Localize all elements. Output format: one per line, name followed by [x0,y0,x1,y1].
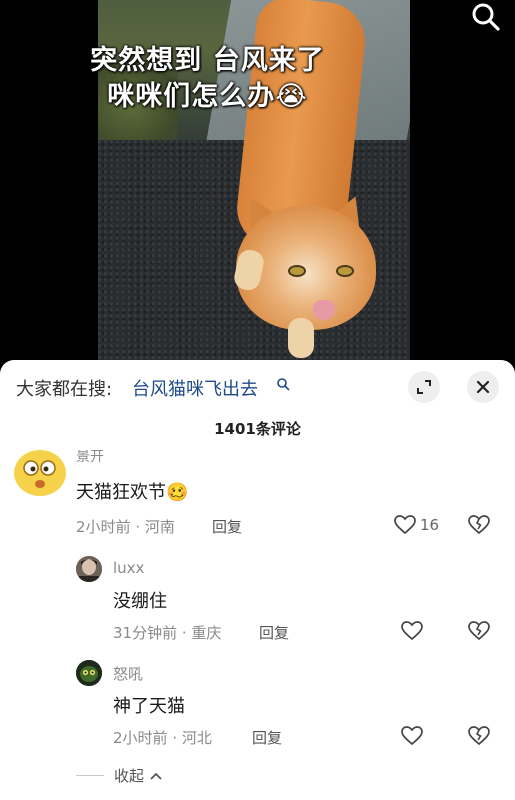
trend-search-icon[interactable] [276,377,290,391]
chevron-up-icon [150,772,162,780]
broken-heart-icon [468,515,490,535]
close-button[interactable] [467,371,499,403]
like-count: 16 [420,516,440,534]
comment-location: 河南 [144,518,175,536]
comment-sheet: 大家都在搜: 台风猫咪飞出去 1401条评论 景开 天猫狂欢节🥴 2小时前 · … [0,360,515,800]
expand-button[interactable] [408,371,440,403]
reply-text: 没绷住 [113,591,167,612]
reply-button[interactable]: 回复 [259,622,289,643]
like-button[interactable]: 16 [394,515,439,535]
cat-mouth [313,300,335,320]
collapse-divider [76,775,104,776]
comment-username[interactable]: 景开 [76,450,104,464]
like-button[interactable] [401,621,423,641]
reply-username[interactable]: luxx [113,559,144,577]
reply-location: 河北 [181,729,212,747]
creature-avatar-image [76,660,102,686]
like-button[interactable] [401,726,423,746]
avatar[interactable] [14,450,66,496]
person-avatar-image [76,556,102,582]
video-player[interactable]: 突然想到 台风来了 咪咪们怎么办😭 [0,0,515,362]
collapse-label: 收起 [114,767,145,785]
broken-heart-icon [468,621,490,641]
comment-meta: 2小时前 · 河南 [76,516,175,537]
emoji-avatar-image [15,451,65,495]
meta-separator: · [181,624,192,642]
broken-heart-icon [468,726,490,746]
comment-sheet-header: 大家都在搜: 台风猫咪飞出去 [0,360,515,418]
cat-eye-right [336,265,354,277]
reply-button[interactable]: 回复 [252,727,282,748]
search-icon [472,3,500,31]
heart-icon [401,621,423,641]
heart-icon [394,515,416,535]
heart-icon [401,726,423,746]
cat-eye-left [288,265,306,277]
cat-paw-right [288,318,314,358]
reply-text: 神了天猫 [113,696,185,717]
reply-time: 2小时前 [113,729,168,747]
video-caption-line-1: 突然想到 台风来了 [90,45,325,76]
avatar[interactable] [76,660,102,686]
video-caption-line-2: 咪咪们怎么办😭 [107,81,308,112]
meta-separator: · [172,729,182,747]
comment-text: 天猫狂欢节🥴 [76,482,189,503]
reply-time: 31分钟前 [113,624,178,642]
trend-search-prefix: 大家都在搜: [16,379,113,400]
collapse-replies-button[interactable]: 收起 [76,765,164,786]
trend-search-link[interactable]: 台风猫咪飞出去 [132,375,258,401]
close-icon [476,380,490,394]
reply-location: 重庆 [191,624,222,642]
reply-username[interactable]: 怒吼 [113,663,143,684]
meta-separator: · [135,518,145,536]
dislike-button[interactable] [468,726,490,750]
dislike-button[interactable] [468,515,490,539]
expand-icon [417,380,431,394]
avatar[interactable] [76,556,102,582]
search-button[interactable] [468,0,504,34]
dislike-button[interactable] [468,621,490,645]
reply-button[interactable]: 回复 [212,516,242,537]
reply-meta: 2小时前 · 河北 [113,727,212,748]
comment-time: 2小时前 [76,518,131,536]
comment-count-title: 1401条评论 [214,420,301,438]
reply-meta: 31分钟前 · 重庆 [113,622,221,643]
